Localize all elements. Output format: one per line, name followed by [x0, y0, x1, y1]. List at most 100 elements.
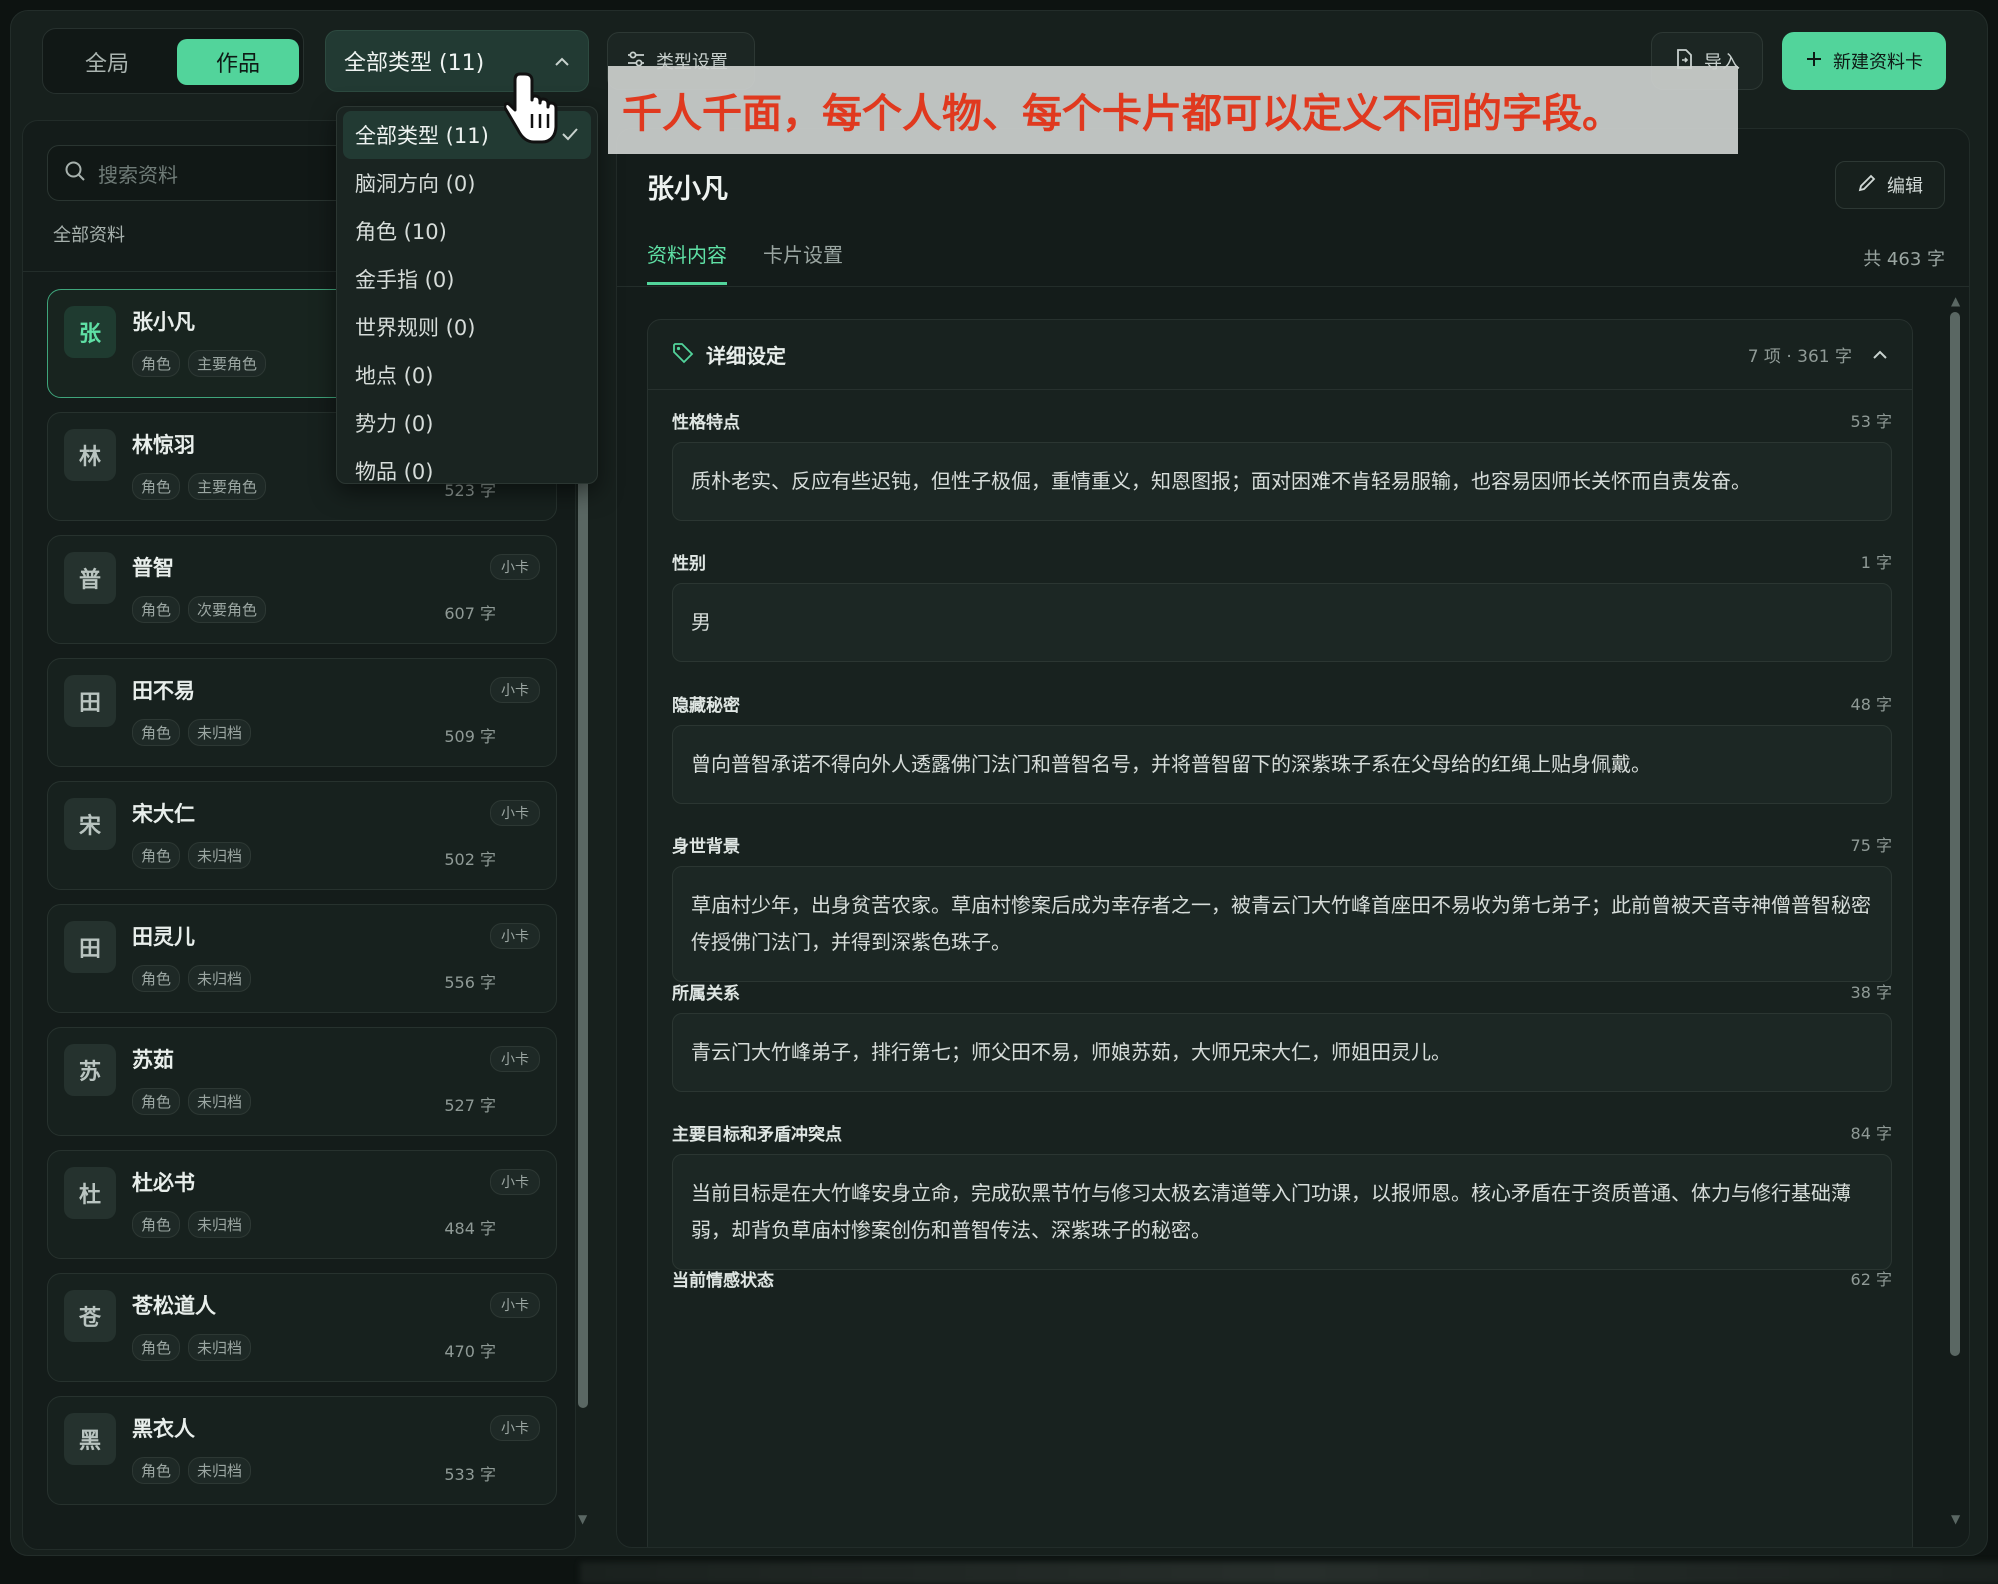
- dropdown-item-label: 金手指 (0): [355, 268, 455, 292]
- section-title: 详细设定: [706, 344, 786, 368]
- word-count: 527 字: [444, 1096, 496, 1115]
- list-item[interactable]: 杜杜必书 角色 未归档 小卡 484 字: [47, 1150, 557, 1259]
- card-name: 张小凡: [132, 310, 195, 334]
- dropdown-item[interactable]: 脑洞方向 (0): [343, 159, 591, 207]
- field-value: 质朴老实、反应有些迟钝，但性子极倔，重情重义，知恩图报；面对困难不肯轻易服输，也…: [672, 442, 1892, 521]
- dropdown-item-label: 全部类型 (11): [355, 124, 489, 148]
- tag-chip: 未归档: [188, 719, 252, 746]
- list-item[interactable]: 田田不易 角色 未归档 小卡 509 字: [47, 658, 557, 767]
- list-item[interactable]: 黑黑衣人 角色 未归档 小卡 533 字: [47, 1396, 557, 1505]
- field-label: 性别: [672, 554, 706, 574]
- tag-chip: 未归档: [188, 1088, 252, 1115]
- field-label: 所属关系: [672, 984, 740, 1004]
- dropdown-item-label: 势力 (0): [355, 412, 434, 436]
- card-tags: 角色 主要角色: [132, 350, 267, 377]
- card-tags: 角色 未归档: [132, 1088, 252, 1115]
- size-badge: 小卡: [490, 1292, 540, 1318]
- avatar: 普: [64, 552, 116, 604]
- avatar: 苏: [64, 1044, 116, 1096]
- tag-chip: 角色: [132, 719, 181, 746]
- word-count: 556 字: [444, 973, 496, 992]
- tag-chip: 角色: [132, 350, 181, 377]
- detail-section: 详细设定 7 项 · 361 字 性格特点 53 字质朴老实、反应有些迟钝，但性子…: [647, 319, 1913, 1547]
- dropdown-item[interactable]: 金手指 (0): [343, 255, 591, 303]
- blurred-footer: [580, 1562, 1998, 1584]
- card-name: 宋大仁: [132, 802, 195, 826]
- dropdown-item-label: 地点 (0): [355, 364, 434, 388]
- tab-content[interactable]: 资料内容: [647, 239, 727, 285]
- tag-chip: 未归档: [188, 1457, 252, 1484]
- field-word-count: 1 字: [1860, 553, 1892, 572]
- field-word-count: 75 字: [1850, 836, 1892, 855]
- list-item[interactable]: 田田灵儿 角色 未归档 小卡 556 字: [47, 904, 557, 1013]
- dropdown-item[interactable]: 地点 (0): [343, 351, 591, 399]
- scroll-down-arrow-icon[interactable]: ▼: [1951, 1512, 1960, 1526]
- detail-panel: 张小凡 编辑 资料内容 卡片设置 共 463 字 详细设定 7 项 · 361 …: [616, 128, 1970, 1548]
- avatar: 田: [64, 675, 116, 727]
- scope-segmented-control: 全局 作品: [42, 28, 304, 94]
- dropdown-item[interactable]: 物品 (0): [343, 447, 591, 483]
- field-word-count: 48 字: [1850, 695, 1892, 714]
- list-item[interactable]: 苍苍松道人 角色 未归档 小卡 470 字: [47, 1273, 557, 1382]
- dropdown-item[interactable]: 势力 (0): [343, 399, 591, 447]
- card-tags: 角色 未归档: [132, 1457, 252, 1484]
- tag-chip: 未归档: [188, 1334, 252, 1361]
- all-materials-label: 全部资料: [53, 225, 125, 246]
- list-item[interactable]: 苏苏茹 角色 未归档 小卡 527 字: [47, 1027, 557, 1136]
- search-icon: [64, 160, 86, 187]
- tag-chip: 未归档: [188, 1211, 252, 1238]
- new-card-button[interactable]: 新建资料卡: [1782, 32, 1946, 90]
- card-name: 田灵儿: [132, 925, 195, 949]
- divider: [617, 286, 1969, 287]
- field-word-count: 62 字: [1850, 1270, 1892, 1289]
- card-title: 张小凡: [647, 174, 728, 205]
- list-item[interactable]: 普普智 角色 次要角色 小卡 607 字: [47, 535, 557, 644]
- plus-icon: [1805, 50, 1823, 73]
- field-label: 身世背景: [672, 837, 740, 857]
- seg-global-button[interactable]: 全局: [57, 39, 157, 85]
- tag-chip: 角色: [132, 842, 181, 869]
- field-label: 当前情感状态: [672, 1271, 774, 1291]
- tag-chip: 角色: [132, 1334, 181, 1361]
- word-count: 484 字: [444, 1219, 496, 1238]
- card-tags: 角色 次要角色: [132, 596, 267, 623]
- avatar: 张: [64, 306, 116, 358]
- tag-chip: 角色: [132, 596, 181, 623]
- dropdown-item[interactable]: 世界规则 (0): [343, 303, 591, 351]
- list-item[interactable]: 宋宋大仁 角色 未归档 小卡 502 字: [47, 781, 557, 890]
- word-count: 607 字: [444, 604, 496, 623]
- tag-chip: 角色: [132, 965, 181, 992]
- word-count: 533 字: [444, 1465, 496, 1484]
- tag-chip: 角色: [132, 1211, 181, 1238]
- detail-scrollbar[interactable]: [1950, 312, 1960, 1356]
- tag-chip: 次要角色: [188, 596, 267, 623]
- avatar: 杜: [64, 1167, 116, 1219]
- field-word-count: 53 字: [1850, 412, 1892, 431]
- avatar: 林: [64, 429, 116, 481]
- dropdown-item[interactable]: 角色 (10): [343, 207, 591, 255]
- tag-chip: 角色: [132, 1088, 181, 1115]
- total-word-count: 共 463 字: [1863, 249, 1945, 270]
- field-label: 性格特点: [672, 413, 740, 433]
- size-badge: 小卡: [490, 1046, 540, 1072]
- section-meta: 7 项 · 361 字: [1747, 347, 1852, 367]
- seg-works-button[interactable]: 作品: [177, 39, 299, 85]
- field-value: 曾向普智承诺不得向外人透露佛门法门和普智名号，并将普智留下的深紫珠子系在父母给的…: [672, 725, 1892, 804]
- dropdown-item-label: 脑洞方向 (0): [355, 172, 476, 196]
- card-tags: 角色 未归档: [132, 1334, 252, 1361]
- scroll-up-arrow-icon[interactable]: ▲: [1951, 294, 1960, 308]
- tab-card-settings[interactable]: 卡片设置: [763, 239, 843, 285]
- edit-button[interactable]: 编辑: [1835, 161, 1945, 209]
- field-value: 当前目标是在大竹峰安身立命，完成砍黑节竹与修习太极玄清道等入门功课，以报师恩。核…: [672, 1154, 1892, 1270]
- edit-label: 编辑: [1887, 176, 1923, 197]
- size-badge: 小卡: [490, 1415, 540, 1441]
- list-scrollbar[interactable]: [578, 380, 588, 1408]
- pencil-icon: [1857, 173, 1877, 198]
- section-header[interactable]: 详细设定 7 项 · 361 字: [648, 320, 1912, 390]
- tag-chip: 主要角色: [188, 350, 267, 377]
- scroll-down-arrow-icon[interactable]: ▼: [578, 1512, 587, 1526]
- chevron-up-icon[interactable]: [1872, 345, 1888, 364]
- word-count: 470 字: [444, 1342, 496, 1361]
- card-name: 田不易: [132, 679, 195, 703]
- tag-chip: 角色: [132, 473, 181, 500]
